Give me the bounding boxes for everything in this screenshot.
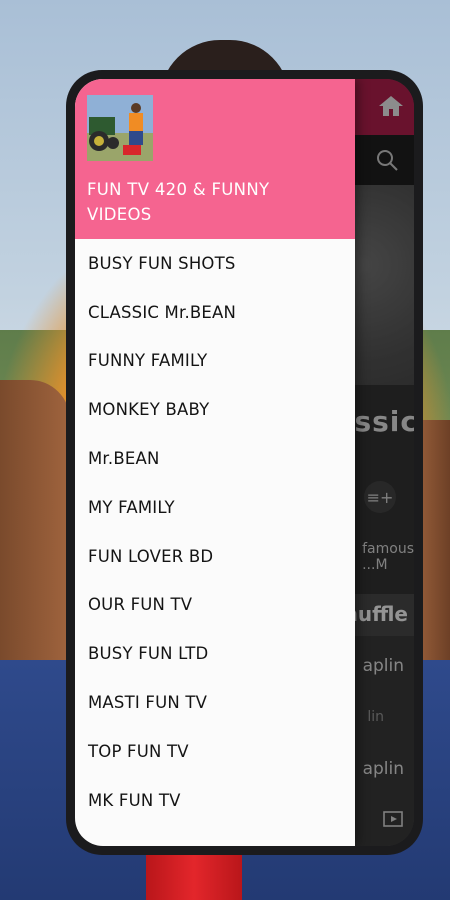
drawer-item-label: CLASSIC Mr.BEAN bbox=[88, 302, 237, 322]
navigation-drawer: FUN TV 420 & FUNNY VIDEOS BUSY FUN SHOTS… bbox=[75, 79, 355, 846]
drawer-item-busy-fun-shots[interactable]: BUSY FUN SHOTS bbox=[75, 239, 355, 288]
drawer-item-label: MONKEY BABY bbox=[88, 400, 210, 420]
drawer-item-label: FUN LOVER BD bbox=[88, 546, 214, 566]
drawer-item-our-fun-tv[interactable]: OUR FUN TV bbox=[75, 581, 355, 630]
drawer-item-masti-fun-tv[interactable]: MASTI FUN TV bbox=[75, 678, 355, 727]
drawer-item-mk-fun-tv[interactable]: MK FUN TV bbox=[75, 776, 355, 825]
drawer-header: FUN TV 420 & FUNNY VIDEOS bbox=[75, 79, 355, 239]
channel-logo-image bbox=[87, 95, 153, 161]
drawer-menu: BUSY FUN SHOTS CLASSIC Mr.BEAN FUNNY FAM… bbox=[75, 239, 355, 825]
drawer-item-label: TOP FUN TV bbox=[88, 741, 189, 761]
background-red-post bbox=[146, 850, 242, 900]
drawer-item-my-family[interactable]: MY FAMILY bbox=[75, 483, 355, 532]
drawer-item-classic-mr-bean[interactable]: CLASSIC Mr.BEAN bbox=[75, 288, 355, 337]
phone-screen: lassic ≡+ famous ...M huffle aplin lin a… bbox=[75, 79, 414, 846]
drawer-item-label: Mr.BEAN bbox=[88, 449, 160, 469]
drawer-item-label: BUSY FUN LTD bbox=[88, 644, 209, 664]
drawer-item-funny-family[interactable]: FUNNY FAMILY bbox=[75, 337, 355, 386]
drawer-item-label: FUNNY FAMILY bbox=[88, 351, 208, 371]
drawer-item-label: MY FAMILY bbox=[88, 497, 175, 517]
drawer-item-top-fun-tv[interactable]: TOP FUN TV bbox=[75, 727, 355, 776]
drawer-item-busy-fun-ltd[interactable]: BUSY FUN LTD bbox=[75, 629, 355, 678]
drawer-item-monkey-baby[interactable]: MONKEY BABY bbox=[75, 385, 355, 434]
drawer-item-fun-lover-bd[interactable]: FUN LOVER BD bbox=[75, 532, 355, 581]
drawer-item-mr-bean[interactable]: Mr.BEAN bbox=[75, 434, 355, 483]
drawer-item-label: OUR FUN TV bbox=[88, 595, 193, 615]
drawer-item-label: MASTI FUN TV bbox=[88, 693, 208, 713]
drawer-item-label: MK FUN TV bbox=[88, 790, 181, 810]
phone-frame: lassic ≡+ famous ...M huffle aplin lin a… bbox=[66, 70, 423, 855]
drawer-title: FUN TV 420 & FUNNY VIDEOS bbox=[87, 180, 270, 224]
drawer-item-label: BUSY FUN SHOTS bbox=[88, 253, 236, 273]
